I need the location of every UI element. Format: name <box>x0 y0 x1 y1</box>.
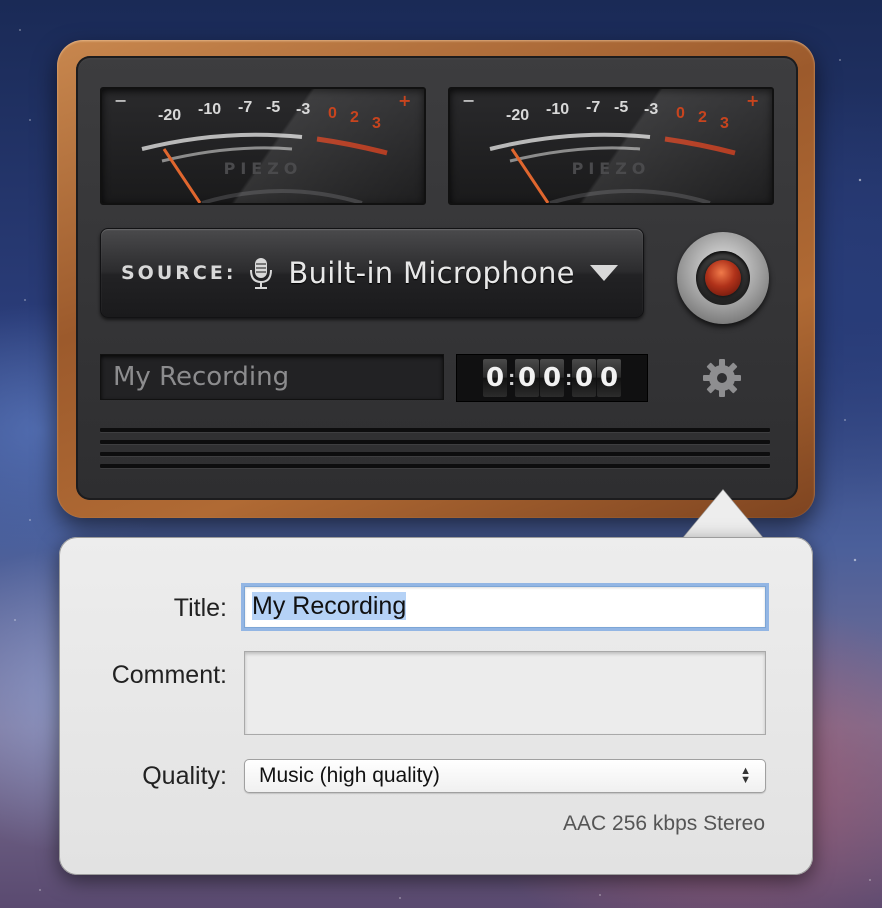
comment-label: Comment: <box>111 661 227 689</box>
source-selector[interactable]: SOURCE: Built-in Microphone <box>100 228 644 318</box>
vu-meter-left: − + -20 -10 -7 -5 -3 0 2 3 PIEZO <box>100 87 426 205</box>
popover-arrow <box>683 490 763 538</box>
quality-select-value: Music (high quality) <box>259 764 440 787</box>
meter-tick-label: 2 <box>350 109 359 126</box>
meter-tick-label: -20 <box>158 107 182 124</box>
title-field[interactable]: My Recording <box>244 586 766 628</box>
meter-tick-label: -10 <box>546 101 570 118</box>
title-field-value: My Recording <box>252 592 407 620</box>
quality-label: Quality: <box>142 762 227 790</box>
meter-tick-label: 2 <box>698 109 707 126</box>
meter-gloss <box>102 89 424 203</box>
recording-timer: 0 : 0 0 : 0 0 <box>456 354 648 402</box>
meter-tick-label: 0 <box>676 105 685 122</box>
quality-select[interactable]: Music (high quality) ▲ ▼ <box>244 759 766 793</box>
microphone-icon <box>250 258 273 289</box>
meter-tick-label: -20 <box>506 107 530 124</box>
meter-minus-label: − <box>462 91 476 110</box>
timer-digit: 0 <box>597 359 621 397</box>
source-label: SOURCE: <box>121 262 237 284</box>
meter-tick-label: -3 <box>644 101 659 118</box>
meter-tick-label: 0 <box>328 105 337 122</box>
meter-tick-label: -5 <box>614 99 629 116</box>
timer-digit: 0 <box>483 359 507 397</box>
meter-tick-label: 3 <box>720 115 729 132</box>
meter-brand: PIEZO <box>571 159 651 178</box>
meter-tick-label: -7 <box>586 99 601 116</box>
meter-tick-label: -7 <box>238 99 253 116</box>
meter-tick-label: -5 <box>266 99 281 116</box>
timer-separator: : <box>565 365 573 390</box>
meter-plus-label: + <box>398 91 412 110</box>
updown-arrows-icon: ▲ ▼ <box>740 765 751 786</box>
piezo-window: − + -20 -10 -7 -5 -3 0 2 3 PIEZO − + -20 <box>57 40 815 518</box>
chevron-down-icon <box>589 265 618 281</box>
grille-line <box>100 440 770 444</box>
source-value: Built-in Microphone <box>288 256 575 290</box>
vu-meter-right: − + -20 -10 -7 -5 -3 0 2 3 PIEZO <box>448 87 774 205</box>
grille-line <box>100 452 770 456</box>
meter-tick-label: -3 <box>296 101 311 118</box>
timer-digit: 0 <box>540 359 564 397</box>
timer-digit: 0 <box>572 359 596 397</box>
meter-minus-label: − <box>114 91 128 110</box>
meter-gloss <box>450 89 772 203</box>
recording-title-display: My Recording <box>100 354 444 400</box>
speaker-grille <box>100 428 770 476</box>
record-led-icon <box>705 260 741 296</box>
timer-digit: 0 <box>515 359 539 397</box>
timer-separator: : <box>508 365 516 390</box>
gear-icon[interactable] <box>700 356 744 400</box>
record-button[interactable] <box>677 232 769 324</box>
comment-field[interactable] <box>244 651 766 735</box>
meter-brand: PIEZO <box>223 159 303 178</box>
title-label: Title: <box>173 594 227 622</box>
grille-line <box>100 428 770 432</box>
piezo-panel: − + -20 -10 -7 -5 -3 0 2 3 PIEZO − + -20 <box>76 56 798 500</box>
meter-tick-label: -10 <box>198 101 222 118</box>
grille-line <box>100 464 770 468</box>
meter-tick-label: 3 <box>372 115 381 132</box>
meter-plus-label: + <box>746 91 760 110</box>
format-info: AAC 256 kbps Stereo <box>563 812 765 835</box>
